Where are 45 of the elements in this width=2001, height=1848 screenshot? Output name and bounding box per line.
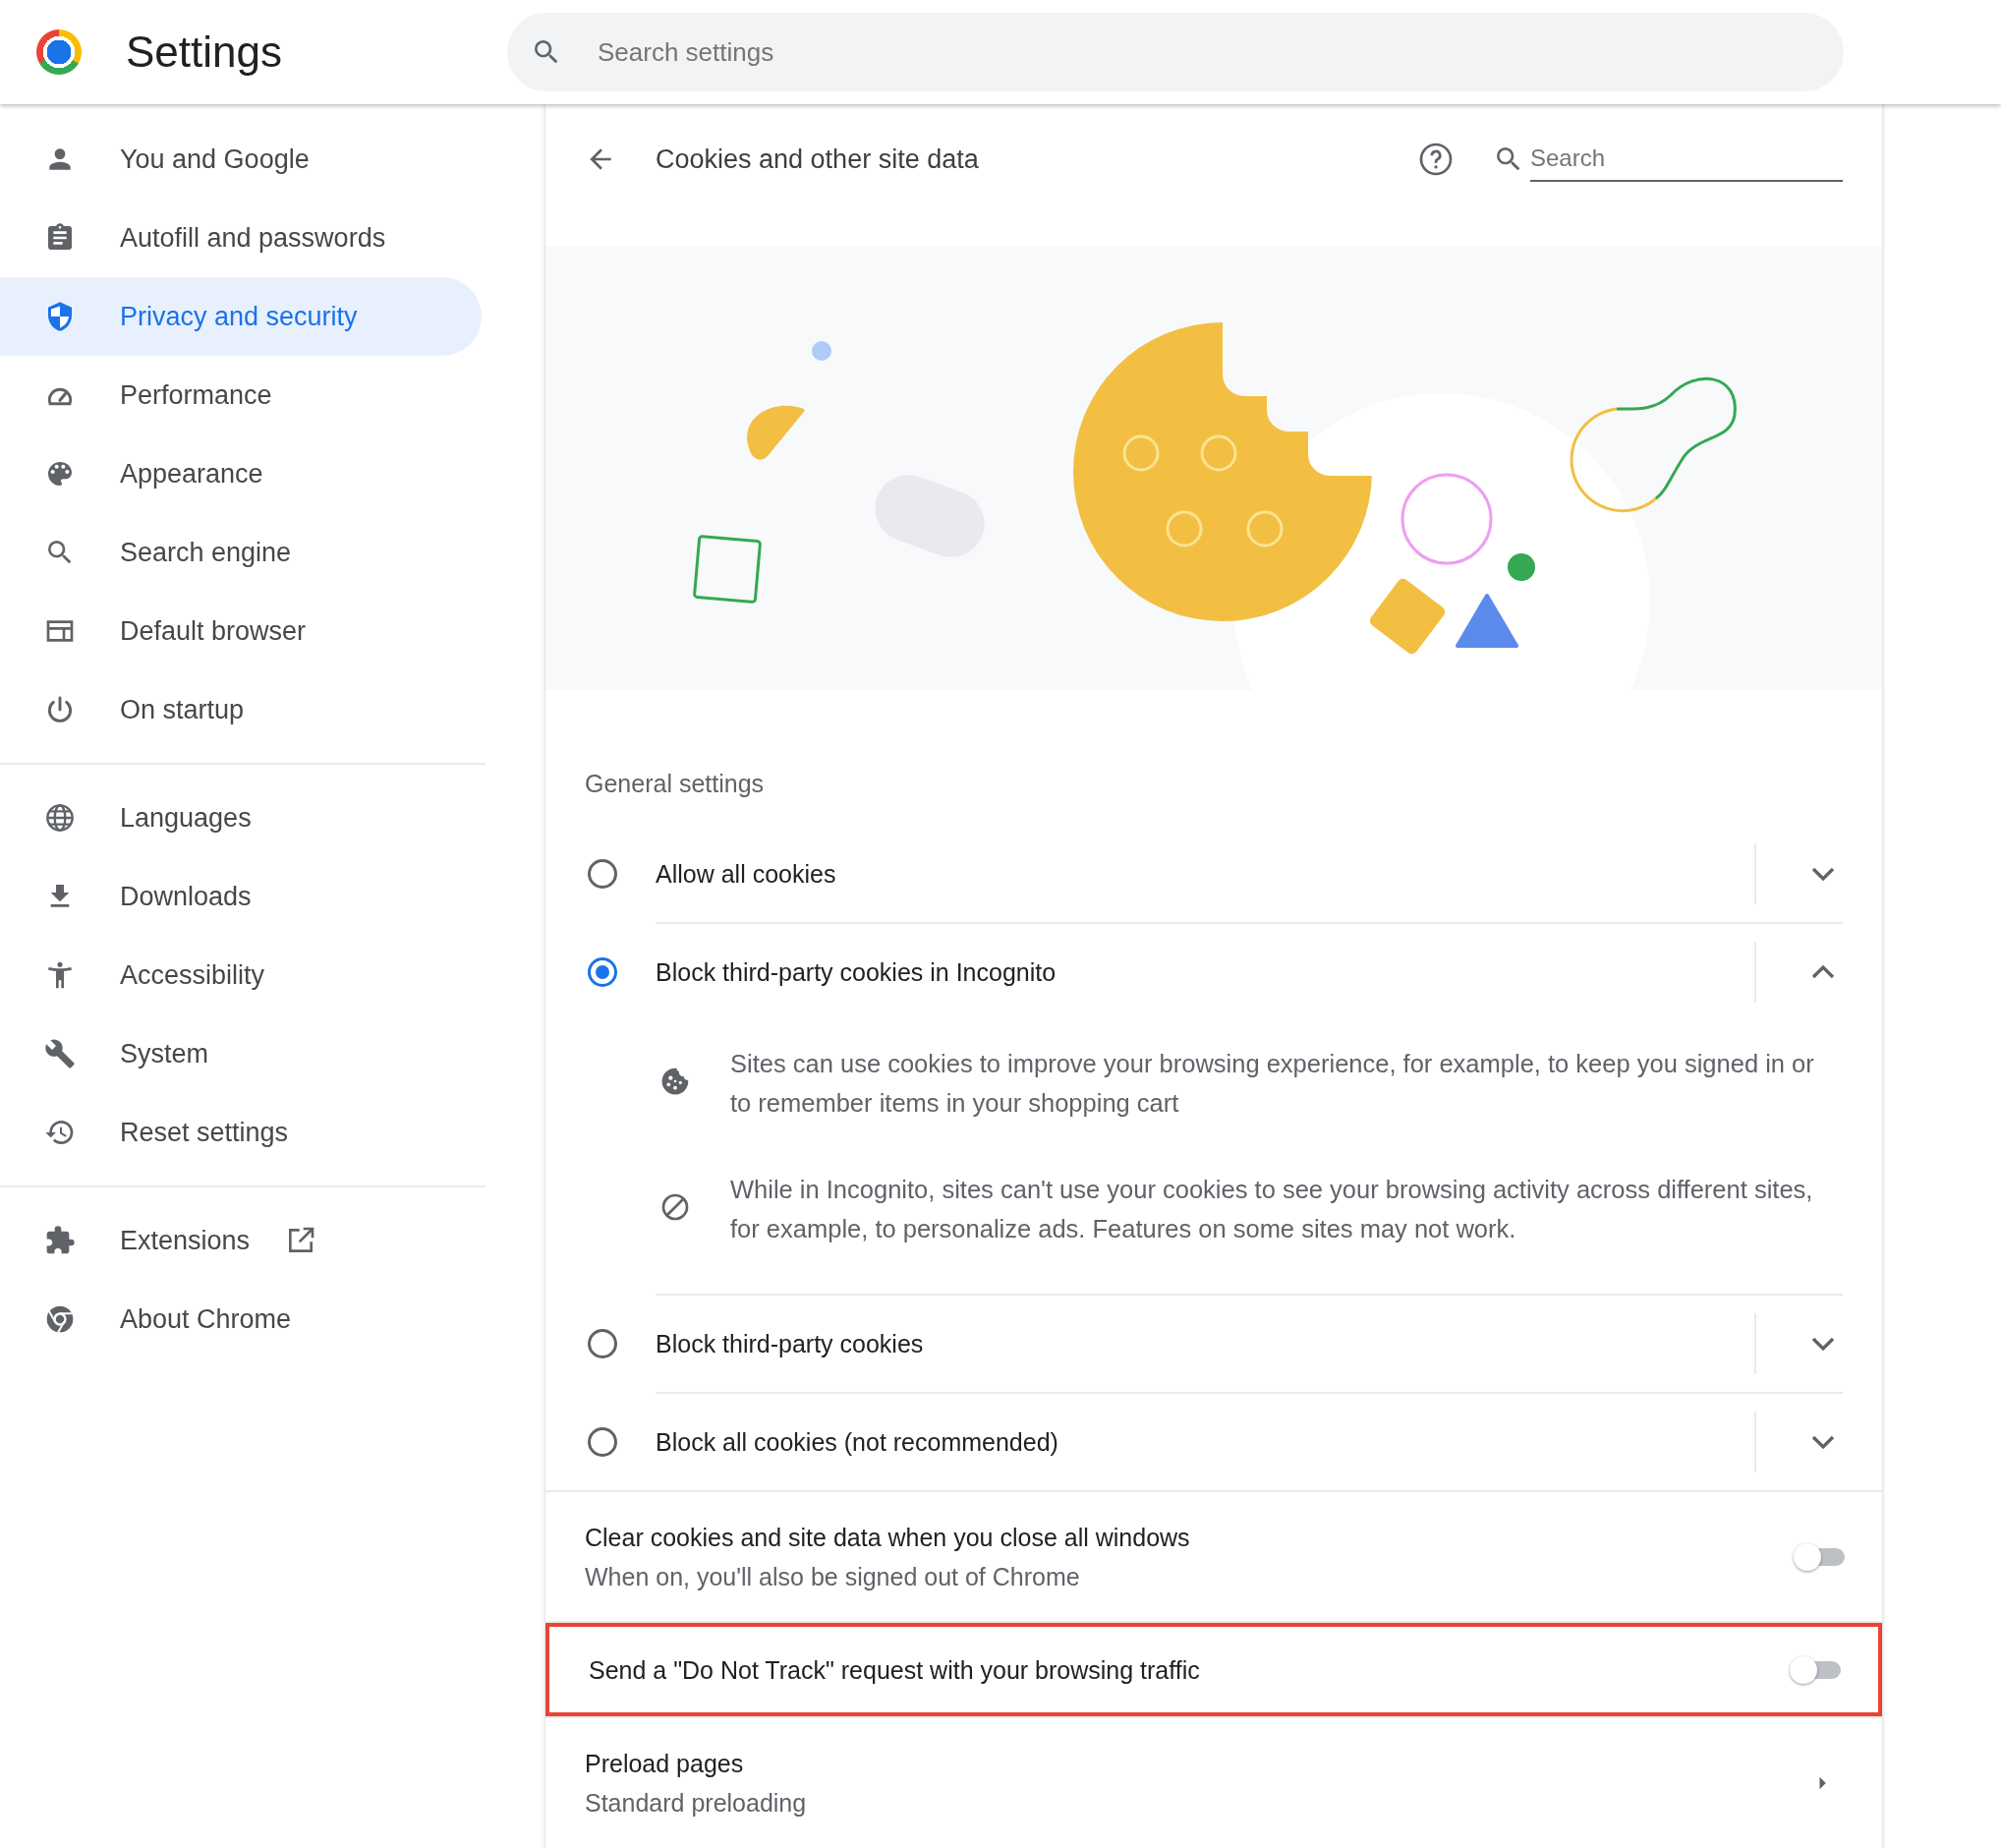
sidebar-item[interactable]: System [0, 1014, 482, 1093]
toggle-switch[interactable] [1790, 1654, 1843, 1685]
setting-description: When on, you'll also be signed out of Chrome [585, 1561, 1081, 1592]
toggle-switch[interactable] [1794, 1541, 1847, 1572]
radio-button[interactable] [588, 1427, 617, 1457]
cookie-icon [659, 1066, 691, 1097]
sidebar-item[interactable]: About Chrome [0, 1280, 482, 1358]
setting-label: Send a "Do Not Track" request with your browsing traffic [589, 1654, 1201, 1686]
sidebar-item[interactable]: On startup [0, 670, 482, 749]
search-field[interactable]: Search [1530, 137, 1843, 182]
setting-label: Clear cookies and site data when you close all windows [585, 1522, 1191, 1553]
blocked-icon [659, 1191, 691, 1223]
sidebar-item[interactable]: Extensions [0, 1201, 482, 1280]
wrench-icon [44, 1038, 76, 1069]
description-text: Sites can use cookies to improve your browsing experience, for example, to keep you signed in or to remember items in your shopping cart [730, 1049, 1815, 1119]
app-title: Settings [126, 28, 283, 77]
sidebar-item[interactable]: Autofill and passwords [0, 199, 482, 277]
globe-icon [44, 802, 76, 834]
setting-label: Preload pages [585, 1749, 745, 1779]
sidebar-item[interactable]: Privacy and security [0, 277, 482, 356]
sidebar-item[interactable]: Accessibility [0, 936, 482, 1014]
sidebar-item[interactable]: You and Google [0, 120, 482, 199]
sidebar-item[interactable]: Downloads [0, 857, 482, 936]
chrome-logo-icon [36, 29, 82, 75]
sidebar-item[interactable]: Languages [0, 779, 482, 857]
sidebar-item[interactable]: Default browser [0, 592, 482, 670]
setting-description: Standard preloading [585, 1788, 808, 1819]
puzzle-piece-icon [44, 1225, 76, 1256]
sidebar-item[interactable]: Appearance [0, 434, 482, 513]
sidebar-item[interactable]: Search engine [0, 513, 482, 592]
section-heading: General settings [584, 769, 766, 799]
sidebar-item[interactable]: Reset settings [0, 1093, 482, 1172]
radio-button[interactable] [588, 1329, 617, 1358]
option-label: Block all cookies (not recommended) [656, 1427, 1059, 1457]
help-icon[interactable] [1418, 142, 1454, 177]
sidebar-item[interactable]: Performance [0, 356, 482, 434]
page-title: Cookies and other site data [656, 144, 980, 175]
option-label: Block third-party cookies [656, 1329, 925, 1358]
search-settings-field[interactable]: Search settings [507, 13, 1844, 91]
description-text: While in Incognito, sites can't use your cookies to see your browsing activity across different sites, for example, to personalize ads. Features on some sites may not work. [730, 1175, 1814, 1244]
radio-button[interactable] [588, 859, 617, 889]
option-label: Block third-party cookies in Incognito [656, 957, 1058, 987]
chrome-outline-icon [44, 1303, 76, 1335]
radio-button[interactable] [588, 957, 617, 987]
option-label: Allow all cookies [656, 859, 837, 889]
